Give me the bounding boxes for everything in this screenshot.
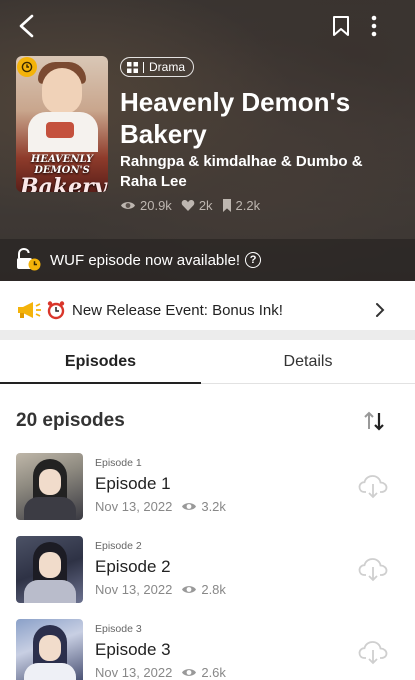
chevron-right-icon xyxy=(376,303,385,317)
genre-badge[interactable]: Drama xyxy=(120,57,195,77)
bookmarks-stat: 2.2k xyxy=(222,198,260,213)
series-detail-screen: HEAVENLY DEMON'S Bakery Drama Heavenly D… xyxy=(0,0,415,680)
episode-row[interactable]: Episode 1 Episode 1 Nov 13, 2022 3.2k xyxy=(0,453,415,523)
episode-date: Nov 13, 2022 xyxy=(95,582,173,597)
episode-title: Episode 2 xyxy=(95,557,171,576)
series-stats: 20.9k 2k 2.2k xyxy=(120,198,260,213)
episode-views: 2.8k xyxy=(201,582,226,597)
cover-title: HEAVENLY DEMON'S Bakery xyxy=(20,154,107,192)
episode-number: Episode 1 xyxy=(95,457,142,469)
tab-details[interactable]: Details xyxy=(201,340,415,383)
eye-icon xyxy=(182,503,197,510)
help-icon[interactable]: ? xyxy=(245,252,262,268)
episode-row[interactable]: Episode 2 Episode 2 Nov 13, 2022 2.8k xyxy=(0,536,415,606)
episode-views: 3.2k xyxy=(201,499,226,514)
likes-stat: 2k xyxy=(181,198,213,213)
unlock-icon xyxy=(16,247,42,272)
episode-number: Episode 2 xyxy=(95,540,142,552)
grid-icon xyxy=(127,61,138,73)
eye-icon xyxy=(121,202,135,209)
episode-thumbnail xyxy=(16,619,83,680)
bookmark-button[interactable] xyxy=(327,12,355,40)
event-text: New Release Event: Bonus Ink! xyxy=(72,301,283,319)
download-cloud-icon[interactable] xyxy=(358,473,388,499)
event-banner[interactable]: New Release Event: Bonus Ink! xyxy=(0,290,415,330)
tab-bar: Episodes Details xyxy=(0,340,415,384)
bookmark-icon xyxy=(333,16,349,36)
sort-button[interactable] xyxy=(362,410,386,432)
more-options-button[interactable] xyxy=(360,12,388,40)
eye-icon xyxy=(182,669,197,676)
views-stat: 20.9k xyxy=(120,198,172,213)
eye-icon xyxy=(182,586,197,593)
wait-free-clock-icon xyxy=(17,57,37,77)
tab-episodes[interactable]: Episodes xyxy=(0,340,201,384)
sort-icon xyxy=(364,411,384,431)
series-authors: Rahngpa & kimdalhae & Dumbo & Raha Lee xyxy=(120,153,363,190)
series-hero: HEAVENLY DEMON'S Bakery Drama Heavenly D… xyxy=(0,0,415,281)
episodes-count: 20 episodes xyxy=(16,410,125,431)
download-cloud-icon[interactable] xyxy=(358,639,388,665)
episode-views: 2.6k xyxy=(201,665,226,680)
alarm-clock-icon xyxy=(47,301,65,320)
episode-thumbnail xyxy=(16,536,83,603)
episode-meta: Nov 13, 2022 3.2k xyxy=(95,499,226,514)
megaphone-icon xyxy=(18,302,41,318)
series-title: Heavenly Demon's Bakery xyxy=(120,87,351,149)
section-divider xyxy=(0,330,415,340)
episode-title: Episode 1 xyxy=(95,474,171,493)
bookmark-small-icon xyxy=(222,199,231,212)
episode-title: Episode 3 xyxy=(95,640,171,659)
download-cloud-icon[interactable] xyxy=(358,556,388,582)
wuf-text: WUF episode now available! xyxy=(50,251,241,269)
episode-number: Episode 3 xyxy=(95,623,142,635)
wuf-banner[interactable]: WUF episode now available! ? xyxy=(0,239,415,281)
back-arrow-icon xyxy=(19,14,34,38)
back-button[interactable] xyxy=(13,12,41,40)
episode-thumbnail xyxy=(16,453,83,520)
more-vertical-icon xyxy=(371,15,377,37)
episode-date: Nov 13, 2022 xyxy=(95,499,173,514)
episode-row[interactable]: Episode 3 Episode 3 Nov 13, 2022 2.6k xyxy=(0,619,415,680)
heart-icon xyxy=(181,199,195,211)
episode-date: Nov 13, 2022 xyxy=(95,665,173,680)
genre-label: Drama xyxy=(149,60,186,74)
episode-meta: Nov 13, 2022 2.8k xyxy=(95,582,226,597)
episode-meta: Nov 13, 2022 2.6k xyxy=(95,665,226,680)
